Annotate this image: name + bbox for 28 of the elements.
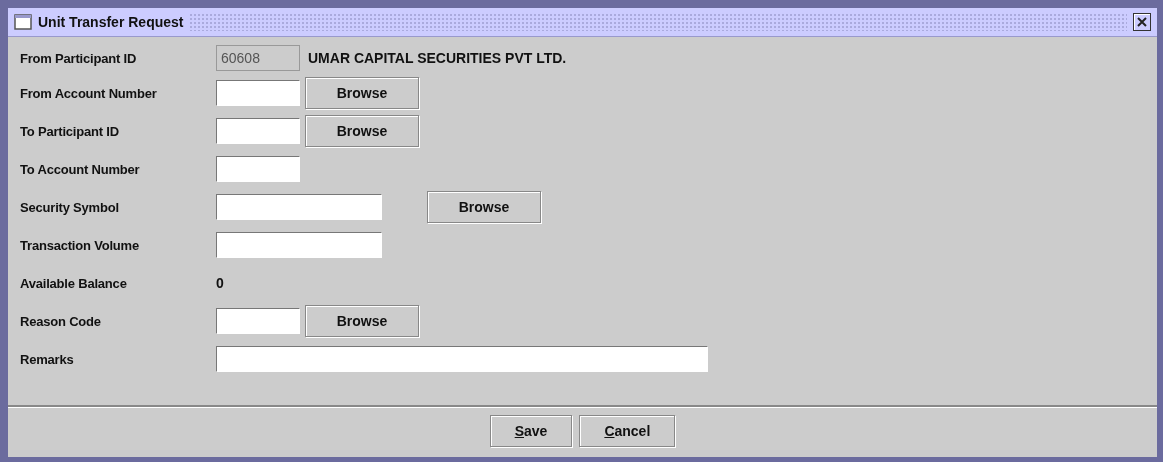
dialog-button[interactable]: Cancel xyxy=(579,415,676,447)
field-label: Available Balance xyxy=(20,275,128,291)
field-label: Transaction Volume xyxy=(20,237,140,253)
window-title: Unit Transfer Request xyxy=(38,14,184,30)
window-icon xyxy=(14,14,32,30)
dialog-button[interactable]: Save xyxy=(489,415,573,447)
input-field[interactable] xyxy=(216,232,382,258)
field-label: To Account Number xyxy=(20,161,141,177)
participant-name: UMAR CAPITAL SECURITIES PVT LTD. xyxy=(308,50,567,66)
input-field[interactable] xyxy=(216,118,300,144)
balance-value: 0 xyxy=(216,275,224,291)
browse-button[interactable]: Browse xyxy=(305,115,419,147)
field-label: Reason Code xyxy=(20,313,102,329)
close-icon xyxy=(1136,16,1148,28)
close-button[interactable] xyxy=(1133,13,1151,31)
input-field[interactable] xyxy=(216,80,300,106)
field-label: To Participant ID xyxy=(20,123,120,139)
browse-button[interactable]: Browse xyxy=(427,191,541,223)
field-label: Security Symbol xyxy=(20,199,120,215)
input-field[interactable] xyxy=(216,156,300,182)
field-label: Remarks xyxy=(20,351,75,367)
input-field[interactable] xyxy=(216,346,708,372)
input-field[interactable] xyxy=(216,194,382,220)
field-label: From Participant ID xyxy=(20,50,138,66)
browse-button[interactable]: Browse xyxy=(305,305,419,337)
field-label: From Account Number xyxy=(20,85,158,101)
input-field[interactable] xyxy=(216,308,300,334)
browse-button[interactable]: Browse xyxy=(305,77,419,109)
